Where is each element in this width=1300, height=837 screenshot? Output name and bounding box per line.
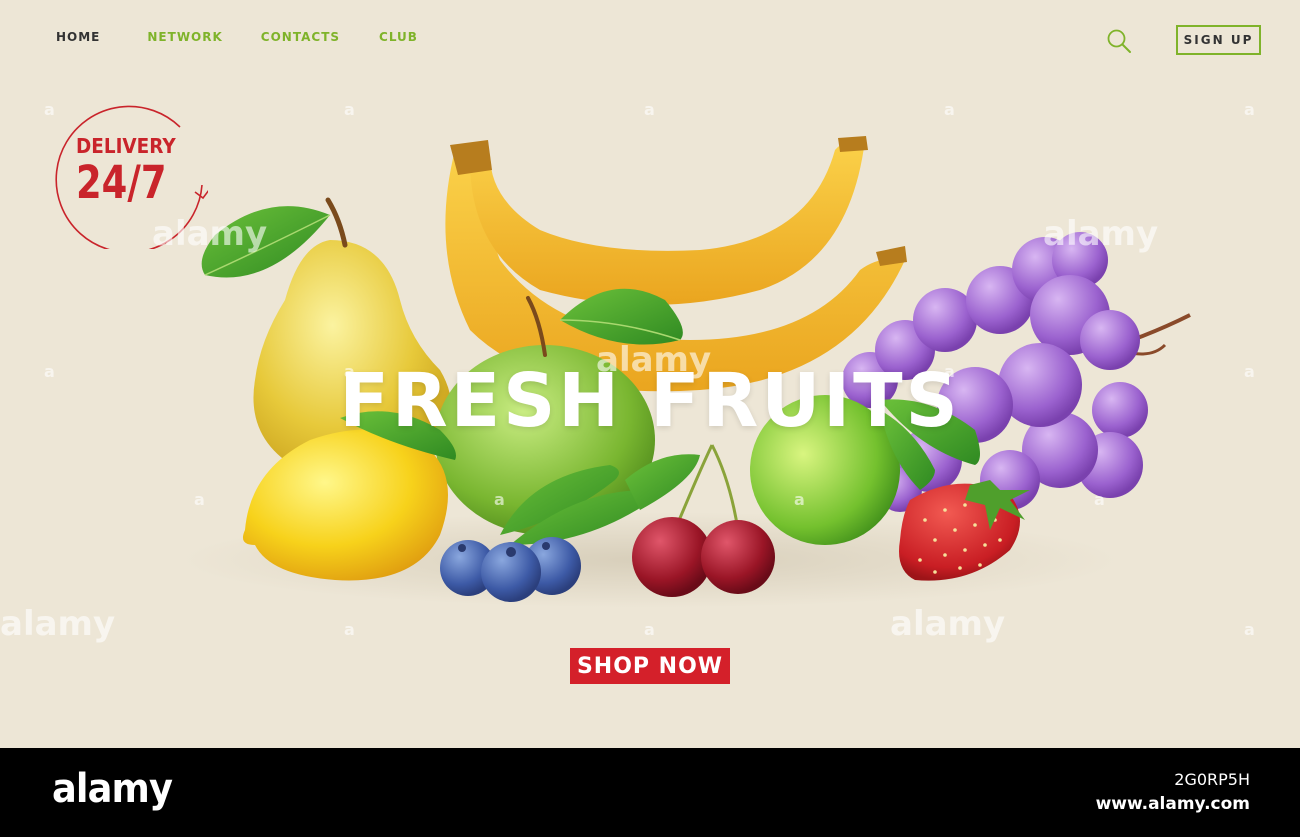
watermark-small: a: [194, 490, 205, 509]
watermark: alamy: [596, 340, 712, 380]
stock-footer-bar: alamy 2G0RP5H www.alamy.com: [0, 748, 1300, 837]
watermark-small: a: [344, 362, 355, 381]
watermark: alamy: [1043, 214, 1159, 254]
watermark-small: a: [644, 620, 655, 639]
watermark-small: a: [1094, 490, 1105, 509]
watermark-small: a: [44, 100, 55, 119]
shop-now-button[interactable]: SHOP NOW: [570, 648, 730, 684]
watermark-small: a: [644, 100, 655, 119]
footer-image-id: 2G0RP5H: [1174, 770, 1250, 789]
watermark-small: a: [794, 490, 805, 509]
watermark: alamy: [890, 604, 1006, 644]
watermark: alamy: [152, 214, 268, 254]
watermark-small: a: [944, 100, 955, 119]
footer-url: www.alamy.com: [1095, 794, 1250, 814]
watermark-small: a: [344, 100, 355, 119]
watermark-small: a: [1244, 620, 1255, 639]
watermark-small: a: [944, 362, 955, 381]
watermark: alamy: [0, 604, 116, 644]
watermark-small: a: [344, 620, 355, 639]
watermark-small: a: [494, 490, 505, 509]
watermark-small: a: [1244, 362, 1255, 381]
watermark-small: a: [44, 362, 55, 381]
watermark-small: a: [1244, 100, 1255, 119]
landing-page: HOME NETWORK CONTACTS CLUB SIGN UP DELIV…: [0, 0, 1300, 748]
footer-logo: alamy: [52, 766, 173, 812]
